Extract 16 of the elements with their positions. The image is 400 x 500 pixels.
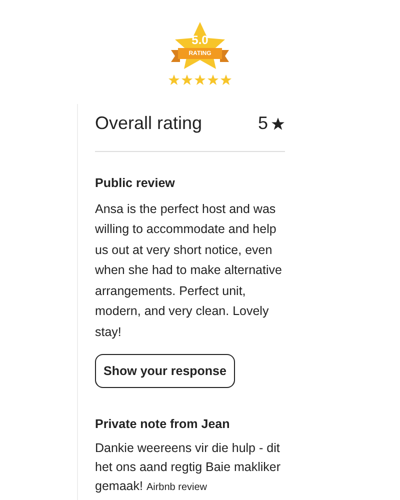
section-heading: Private note from Jean <box>95 416 231 434</box>
star-icon <box>207 74 219 86</box>
rating-badge-icon <box>168 22 232 72</box>
star-icon <box>181 74 193 86</box>
star-icon <box>220 74 232 86</box>
section-title: Overall rating <box>95 112 202 135</box>
badge-score: 5.0 <box>190 34 210 46</box>
rating-value: 5 <box>258 112 268 135</box>
review-text: Ansa is the perfect host and was willing to accommodate and help us out at very short notice, even when she had to make alternative arrangements. Perfect unit, modern, and very clean. Lovely stay! <box>95 200 283 341</box>
note-text: Dankie weereens vir die hulp - dit het ons aand regtig Baie makliker gemaak! Airbnb review <box>95 440 282 495</box>
star-icon <box>194 74 206 86</box>
star-icon <box>271 116 285 130</box>
review-source: Airbnb review <box>146 482 208 493</box>
star-icon <box>168 74 180 86</box>
show-response-button[interactable]: Show your response <box>95 354 235 388</box>
section-heading: Public review <box>95 175 176 192</box>
